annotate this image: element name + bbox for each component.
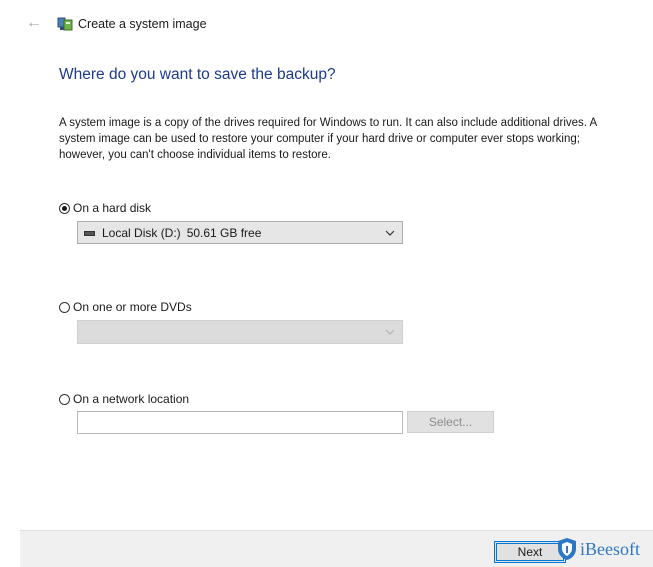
radio-network[interactable]: On a network location — [59, 392, 189, 406]
page-heading: Where do you want to save the backup? — [59, 66, 336, 83]
radio-network-indicator[interactable] — [59, 393, 70, 405]
radio-dvd-indicator[interactable] — [59, 301, 70, 313]
dvd-dropdown — [77, 320, 403, 344]
radio-hard-disk-label: On a hard disk — [73, 201, 152, 215]
chevron-down-icon — [385, 230, 395, 236]
select-button: Select... — [407, 411, 494, 433]
radio-hard-disk-indicator[interactable] — [59, 202, 70, 214]
watermark-text: iBeesoft — [580, 538, 640, 559]
drive-icon — [84, 231, 95, 236]
radio-dvd-label: On one or more DVDs — [73, 300, 192, 314]
network-location-input[interactable] — [77, 411, 403, 434]
radio-hard-disk[interactable]: On a hard disk — [59, 201, 151, 215]
window-title: Create a system image — [78, 17, 207, 31]
drive-free-space: 50.61 GB free — [186, 225, 262, 240]
radio-dvd[interactable]: On one or more DVDs — [59, 300, 192, 314]
ibeesoft-logo-icon — [558, 538, 576, 560]
system-image-icon — [56, 15, 74, 33]
description-text: A system image is a copy of the drives r… — [59, 117, 597, 161]
drive-name: Local Disk (D:) — [102, 225, 181, 240]
ibeesoft-watermark: iBeesoft — [556, 537, 640, 561]
radio-network-label: On a network location — [73, 392, 190, 406]
back-arrow-icon[interactable]: ← — [26, 14, 44, 32]
chevron-down-icon — [385, 329, 395, 335]
hard-disk-dropdown[interactable]: Local Disk (D:) 50.61 GB free — [77, 221, 403, 244]
